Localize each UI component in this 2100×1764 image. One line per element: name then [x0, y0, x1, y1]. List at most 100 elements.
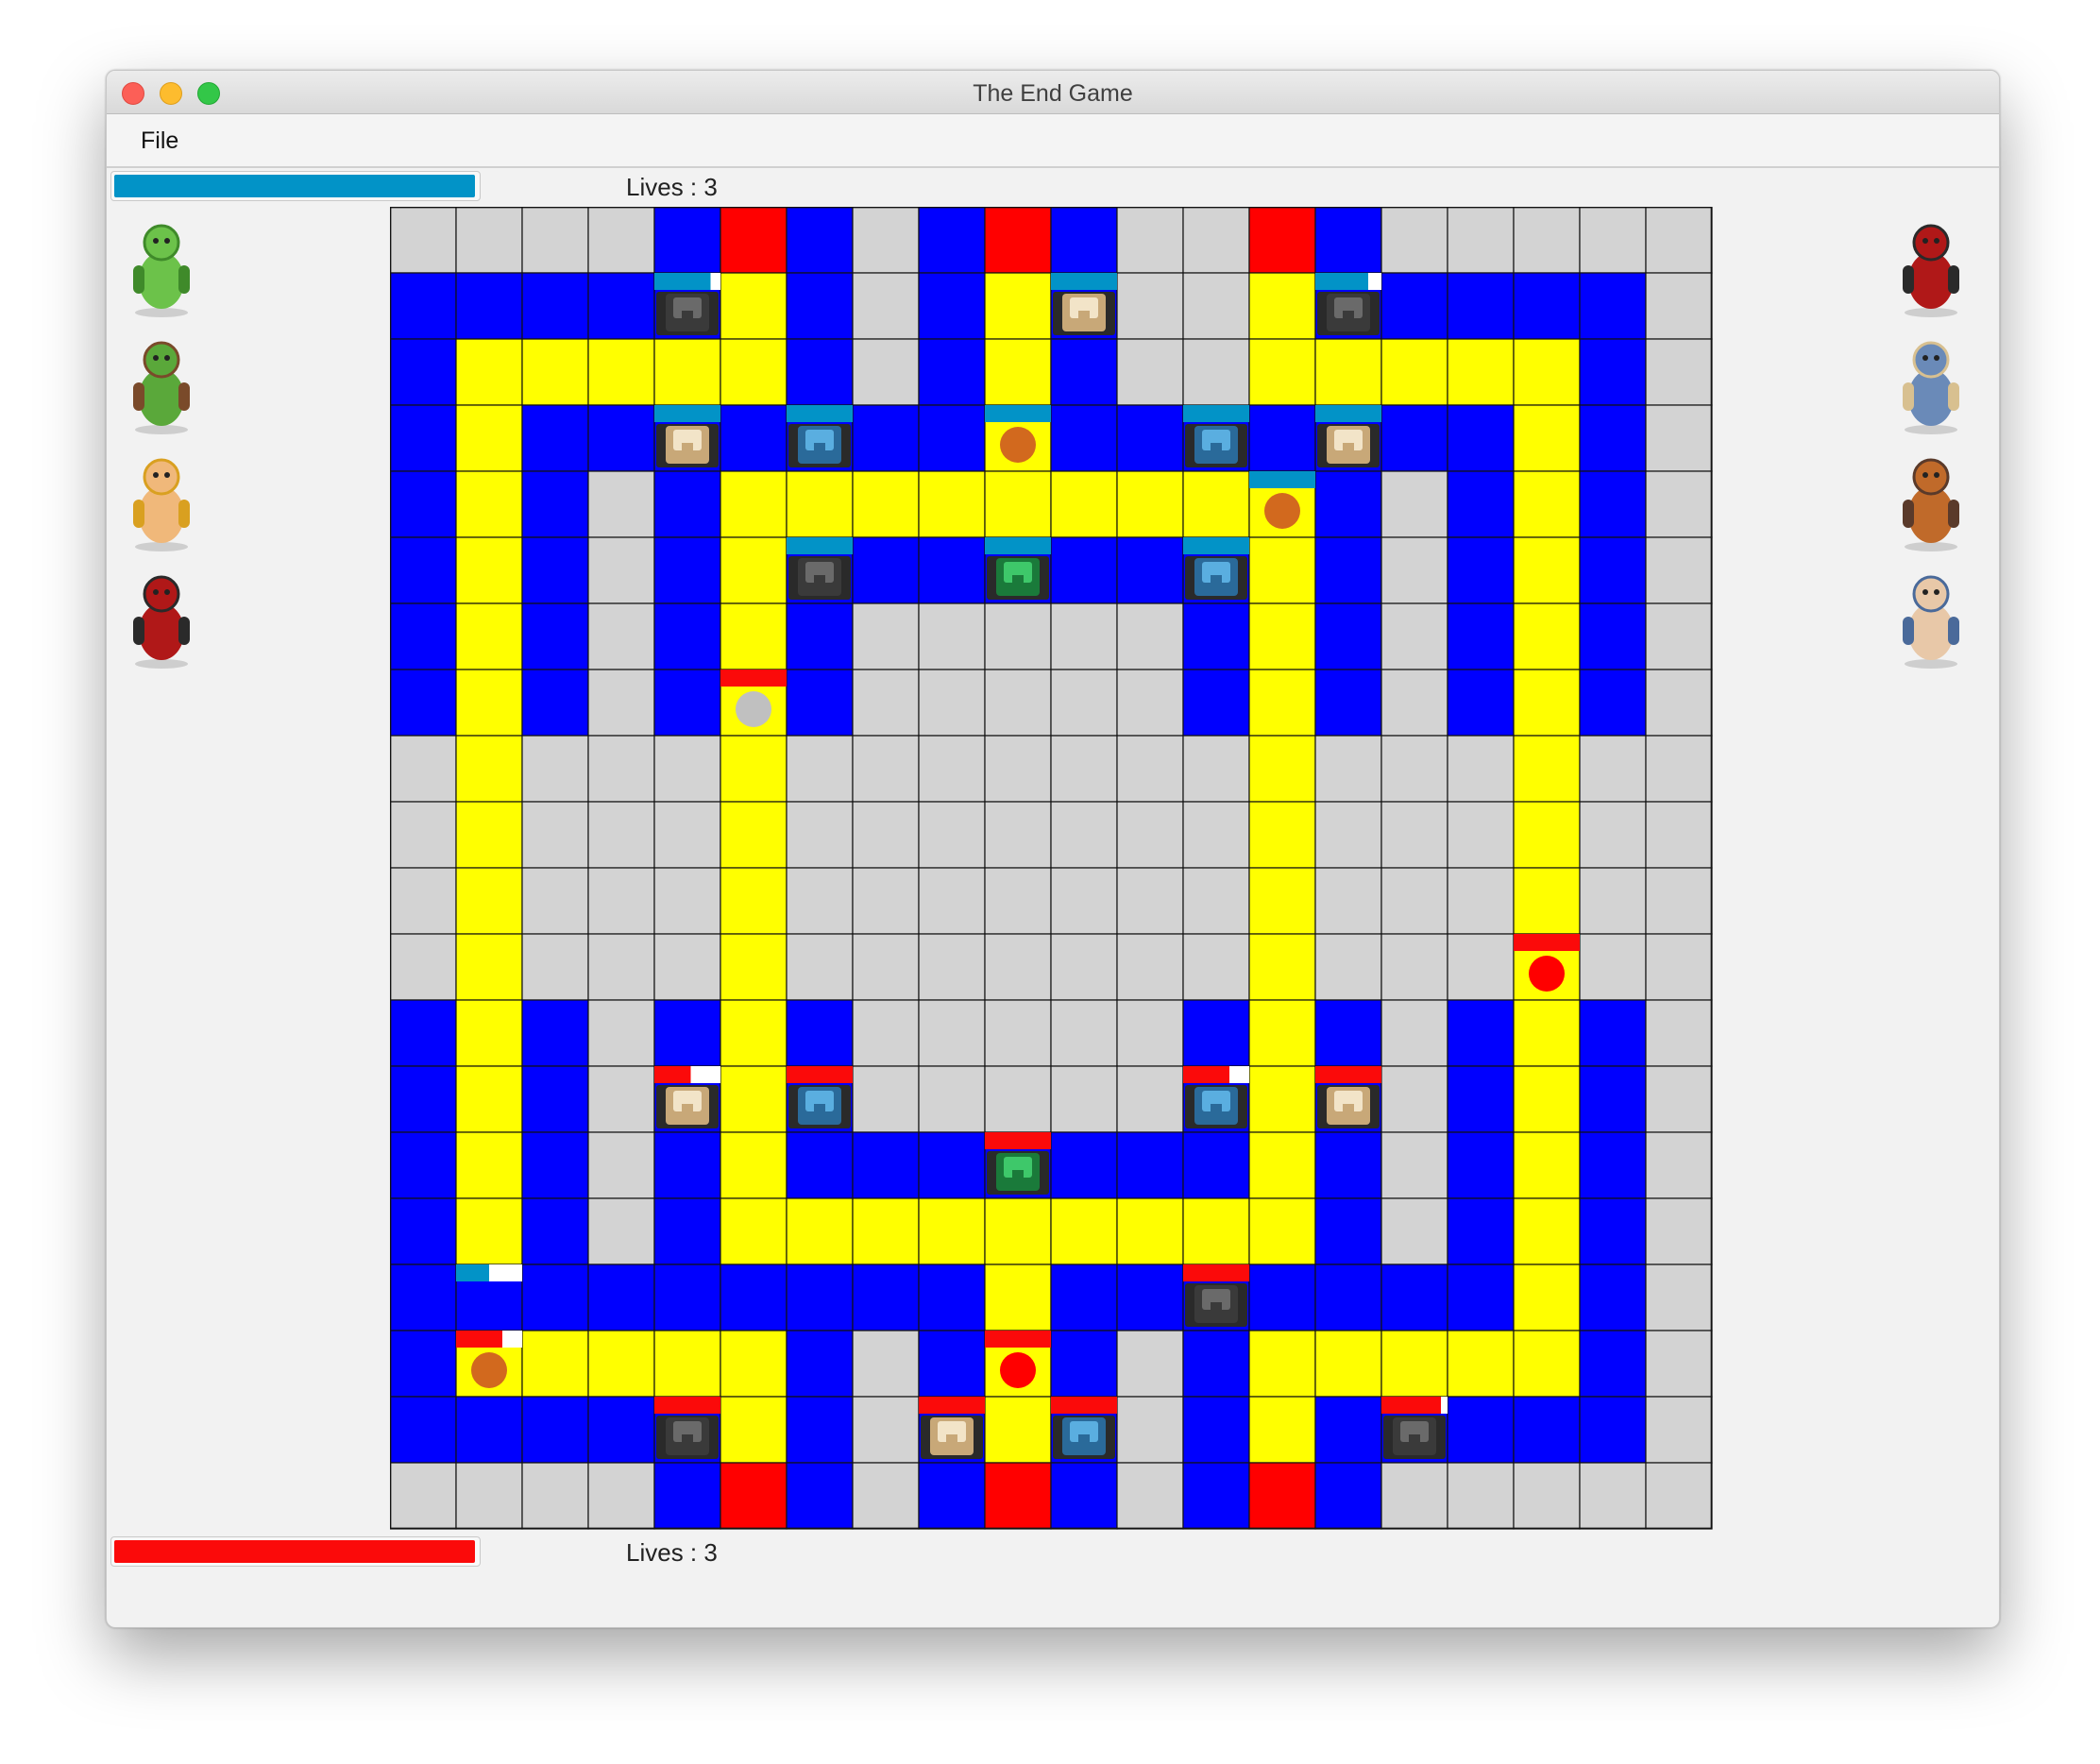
water-tile[interactable]	[1314, 999, 1382, 1067]
grass-tile[interactable]	[918, 602, 986, 670]
water-tile[interactable]	[786, 1462, 854, 1530]
grass-tile[interactable]	[455, 207, 523, 274]
path-tile[interactable]	[1380, 1330, 1448, 1398]
water-tile[interactable]	[786, 999, 854, 1067]
grass-tile[interactable]	[587, 602, 655, 670]
archer-tower-red[interactable]	[654, 1066, 720, 1128]
water-tile[interactable]	[1050, 1330, 1118, 1398]
path-tile[interactable]	[720, 470, 788, 538]
samurai-icon[interactable]	[1884, 207, 1978, 320]
path-tile[interactable]	[720, 338, 788, 406]
path-tile[interactable]	[455, 338, 523, 406]
grass-tile[interactable]	[653, 735, 721, 803]
barbarian-icon[interactable]	[114, 441, 209, 554]
water-tile[interactable]	[1447, 669, 1515, 737]
water-tile[interactable]	[918, 207, 986, 274]
path-tile[interactable]	[1248, 602, 1316, 670]
grass-tile[interactable]	[390, 1462, 457, 1530]
water-tile[interactable]	[1182, 669, 1250, 737]
grass-tile[interactable]	[1447, 735, 1515, 803]
grass-tile[interactable]	[984, 801, 1052, 869]
water-tile[interactable]	[1314, 1197, 1382, 1265]
grass-tile[interactable]	[984, 602, 1052, 670]
tesla-blue[interactable]	[787, 405, 853, 467]
grass-tile[interactable]	[1513, 1462, 1581, 1530]
grass-tile[interactable]	[390, 735, 457, 803]
path-tile[interactable]	[1314, 1330, 1382, 1398]
cannon-red[interactable]	[1183, 1264, 1249, 1327]
grass-tile[interactable]	[1380, 1065, 1448, 1133]
water-tile[interactable]	[1314, 536, 1382, 604]
path-tile[interactable]	[1447, 1330, 1515, 1398]
grass-tile[interactable]	[1513, 207, 1581, 274]
water-tile[interactable]	[1182, 1131, 1250, 1199]
grass-tile[interactable]	[1050, 933, 1118, 1001]
water-tile[interactable]	[852, 1131, 920, 1199]
water-tile[interactable]	[1447, 1065, 1515, 1133]
grass-tile[interactable]	[1116, 338, 1184, 406]
path-tile[interactable]	[587, 338, 655, 406]
grass-tile[interactable]	[521, 207, 589, 274]
water-tile[interactable]	[918, 1330, 986, 1398]
grass-tile[interactable]	[852, 207, 920, 274]
grass-tile[interactable]	[852, 669, 920, 737]
tesla-red[interactable]	[1051, 1397, 1117, 1459]
grass-tile[interactable]	[587, 1131, 655, 1199]
grass-tile[interactable]	[1645, 272, 1713, 340]
baby-dragon-icon[interactable]	[114, 207, 209, 320]
water-tile[interactable]	[1579, 1131, 1647, 1199]
path-tile[interactable]	[1248, 338, 1316, 406]
grass-tile[interactable]	[1314, 933, 1382, 1001]
path-tile[interactable]	[918, 1197, 986, 1265]
grass-tile[interactable]	[786, 867, 854, 935]
water-tile[interactable]	[1447, 1396, 1515, 1464]
water-tile[interactable]	[1314, 207, 1382, 274]
path-tile[interactable]	[455, 1197, 523, 1265]
unit-token[interactable]	[471, 1352, 507, 1388]
path-tile[interactable]	[984, 1264, 1052, 1331]
water-tile[interactable]	[720, 404, 788, 472]
gunner-icon[interactable]	[1884, 558, 1978, 671]
water-tile[interactable]	[390, 1131, 457, 1199]
water-tile[interactable]	[587, 1264, 655, 1331]
path-tile[interactable]	[455, 1131, 523, 1199]
water-tile[interactable]	[1380, 404, 1448, 472]
grass-tile[interactable]	[1645, 207, 1713, 274]
path-tile[interactable]	[1248, 735, 1316, 803]
grass-tile[interactable]	[521, 933, 589, 1001]
path-tile[interactable]	[984, 1197, 1052, 1265]
grass-tile[interactable]	[390, 207, 457, 274]
grass-tile[interactable]	[653, 867, 721, 935]
path-tile[interactable]	[1116, 1197, 1184, 1265]
grass-tile[interactable]	[1579, 801, 1647, 869]
grass-tile[interactable]	[786, 933, 854, 1001]
water-tile[interactable]	[1314, 669, 1382, 737]
grass-tile[interactable]	[390, 867, 457, 935]
king-tower-red[interactable]	[985, 1132, 1051, 1195]
path-tile[interactable]	[720, 1197, 788, 1265]
water-tile[interactable]	[390, 470, 457, 538]
path-tile[interactable]	[984, 470, 1052, 538]
path-tile[interactable]	[455, 404, 523, 472]
water-tile[interactable]	[521, 1065, 589, 1133]
golem-icon[interactable]	[1884, 441, 1978, 554]
tesla-red[interactable]	[1183, 1066, 1249, 1128]
grass-tile[interactable]	[455, 1462, 523, 1530]
grass-tile[interactable]	[1645, 933, 1713, 1001]
water-tile[interactable]	[786, 338, 854, 406]
water-tile[interactable]	[1050, 1264, 1118, 1331]
water-tile[interactable]	[587, 272, 655, 340]
water-tile[interactable]	[521, 272, 589, 340]
grass-tile[interactable]	[984, 933, 1052, 1001]
path-tile[interactable]	[455, 669, 523, 737]
path-tile[interactable]	[1513, 1065, 1581, 1133]
grass-tile[interactable]	[852, 933, 920, 1001]
tesla-blue[interactable]	[1183, 537, 1249, 600]
water-tile[interactable]	[521, 404, 589, 472]
grass-tile[interactable]	[1579, 735, 1647, 803]
grass-tile[interactable]	[984, 735, 1052, 803]
grass-tile[interactable]	[1447, 867, 1515, 935]
grass-tile[interactable]	[1116, 272, 1184, 340]
grass-tile[interactable]	[587, 1197, 655, 1265]
water-tile[interactable]	[918, 1131, 986, 1199]
